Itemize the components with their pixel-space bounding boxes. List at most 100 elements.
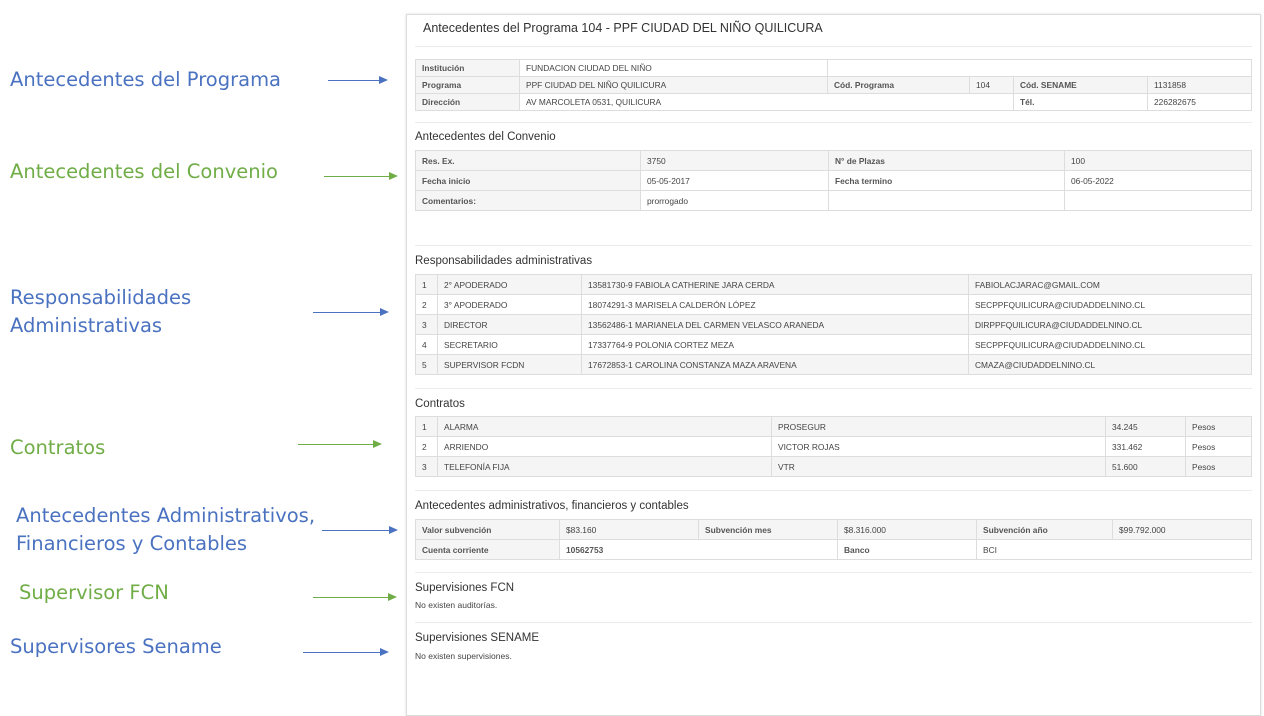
monto: 51.600 (1105, 456, 1186, 477)
res-ex-value: 3750 (640, 150, 829, 171)
table-row: 2 ARRIENDO VICTOR ROJAS 331.462 Pesos (415, 436, 1252, 457)
contratos-title: Contratos (415, 398, 465, 410)
supervisiones-fcn-title: Supervisiones FCN (415, 582, 515, 594)
institucion-label: Institución (415, 59, 520, 77)
cuenta-corriente-label: Cuenta corriente (415, 539, 560, 560)
moneda: Pesos (1185, 436, 1252, 457)
divider (415, 490, 1252, 491)
email: FABIOLACJARAC@GMAIL.COM (968, 274, 1252, 295)
annotation-supervisor-fcn: Supervisor FCN (19, 581, 169, 604)
banco-label: Banco (837, 539, 977, 560)
proveedor: VICTOR ROJAS (771, 436, 1106, 457)
responsabilidades-table: 1 2° APODERADO 13581730-9 FABIOLA CATHER… (415, 274, 1252, 375)
cargo: SECRETARIO (437, 334, 582, 355)
fecha-termino-value: 06-05-2022 (1064, 170, 1252, 191)
row-number: 1 (415, 416, 438, 437)
supervisiones-fcn-empty: No existen auditorías. (415, 600, 498, 610)
divider (415, 388, 1252, 389)
tipo: TELEFONÍA FIJA (437, 456, 772, 477)
table-row: 2 3° APODERADO 18074291-3 MARISELA CALDE… (415, 294, 1252, 315)
divider (415, 245, 1252, 246)
table-row: 5 SUPERVISOR FCDN 17672853-1 CAROLINA CO… (415, 354, 1252, 375)
cod-sename-label: Cód. SENAME (1013, 76, 1148, 94)
fecha-inicio-value: 05-05-2017 (640, 170, 829, 191)
table-row: 1 2° APODERADO 13581730-9 FABIOLA CATHER… (415, 274, 1252, 295)
persona: 17672853-1 CAROLINA CONSTANZA MAZA ARAVE… (581, 354, 969, 375)
panel-title: Antecedentes del Programa 104 - PPF CIUD… (423, 21, 823, 35)
monto: 331.462 (1105, 436, 1186, 457)
divider (415, 46, 1252, 47)
row-number: 3 (415, 314, 438, 335)
row-number: 2 (415, 294, 438, 315)
divider (415, 622, 1252, 623)
persona: 13562486-1 MARIANELA DEL CARMEN VELASCO … (581, 314, 969, 335)
cod-sename-value: 1131858 (1147, 76, 1252, 94)
annotation-antecedentes-convenio: Antecedentes del Convenio (10, 160, 278, 183)
tel-value: 226282675 (1147, 93, 1252, 111)
cargo: 2° APODERADO (437, 274, 582, 295)
email: SECPPFQUILICURA@CIUDADDELNINO.CL (968, 334, 1252, 355)
email: DIRPPFQUILICURA@CIUDADDELNINO.CL (968, 314, 1252, 335)
cuenta-corriente-value: 10562753 (559, 539, 838, 560)
valor-subvencion-value: $83.160 (559, 519, 699, 540)
convenio-table: Res. Ex. 3750 N° de Plazas 100 Fecha ini… (415, 150, 1252, 211)
persona: 18074291-3 MARISELA CALDERÓN LÓPEZ (581, 294, 969, 315)
financieros-table: Valor subvención $83.160 Subvención mes … (415, 519, 1252, 560)
cod-programa-label: Cód. Programa (827, 76, 970, 94)
moneda: Pesos (1185, 456, 1252, 477)
cargo: DIRECTOR (437, 314, 582, 335)
email: CMAZA@CIUDADDELNINO.CL (968, 354, 1252, 375)
comentarios-label: Comentarios: (415, 190, 641, 211)
row-number: 3 (415, 456, 438, 477)
row-number: 2 (415, 436, 438, 457)
programa-table: Institución FUNDACION CIUDAD DEL NIÑO Pr… (415, 59, 1252, 111)
proveedor: VTR (771, 456, 1106, 477)
financieros-title: Antecedentes administrativos, financiero… (415, 500, 689, 512)
divider (415, 122, 1252, 123)
contratos-table: 1 ALARMA PROSEGUR 34.245 Pesos 2 ARRIEND… (415, 416, 1252, 477)
programa-label: Programa (415, 76, 520, 94)
table-row: 4 SECRETARIO 17337764-9 POLONIA CORTEZ M… (415, 334, 1252, 355)
programa-value: PPF CIUDAD DEL NIÑO QUILICURA (519, 76, 828, 94)
table-row: 3 TELEFONÍA FIJA VTR 51.600 Pesos (415, 456, 1252, 477)
fecha-inicio-label: Fecha inicio (415, 170, 641, 191)
direccion-label: Dirección (415, 93, 520, 111)
valor-subvencion-label: Valor subvención (415, 519, 560, 540)
divider (415, 572, 1252, 573)
supervisiones-sename-empty: No existen supervisiones. (415, 651, 512, 661)
cod-programa-value: 104 (969, 76, 1014, 94)
proveedor: PROSEGUR (771, 416, 1106, 437)
banco-value: BCI (976, 539, 1252, 560)
supervisiones-sename-title: Supervisiones SENAME (415, 632, 539, 644)
row-number: 4 (415, 334, 438, 355)
annotation-supervisores-sename: Supervisores Sename (10, 635, 222, 658)
row-number: 1 (415, 274, 438, 295)
subvencion-mes-label: Subvención mes (698, 519, 838, 540)
row-number: 5 (415, 354, 438, 375)
fecha-termino-label: Fecha termino (828, 170, 1065, 191)
program-panel: Antecedentes del Programa 104 - PPF CIUD… (406, 14, 1261, 716)
monto: 34.245 (1105, 416, 1186, 437)
table-row: 1 ALARMA PROSEGUR 34.245 Pesos (415, 416, 1252, 437)
cargo: SUPERVISOR FCDN (437, 354, 582, 375)
subvencion-anio-value: $99.792.000 (1112, 519, 1252, 540)
convenio-title: Antecedentes del Convenio (415, 131, 556, 143)
responsabilidades-title: Responsabilidades administrativas (415, 255, 593, 267)
subvencion-anio-label: Subvención año (976, 519, 1113, 540)
tipo: ALARMA (437, 416, 772, 437)
annotation-responsabilidades: Responsabilidades Administrativas (10, 286, 192, 337)
tel-label: Tél. (1013, 93, 1148, 111)
subvencion-mes-value: $8.316.000 (837, 519, 977, 540)
annotation-antecedentes-programa: Antecedentes del Programa (10, 68, 282, 91)
comentarios-value: prorrogado (640, 190, 829, 211)
persona: 17337764-9 POLONIA CORTEZ MEZA (581, 334, 969, 355)
persona: 13581730-9 FABIOLA CATHERINE JARA CERDA (581, 274, 969, 295)
cargo: 3° APODERADO (437, 294, 582, 315)
tipo: ARRIENDO (437, 436, 772, 457)
plazas-value: 100 (1064, 150, 1252, 171)
plazas-label: N° de Plazas (828, 150, 1065, 171)
moneda: Pesos (1185, 416, 1252, 437)
email: SECPPFQUILICURA@CIUDADDELNINO.CL (968, 294, 1252, 315)
annotation-antecedentes-administrativos: Antecedentes Administrativos, Financiero… (16, 504, 316, 555)
annotation-contratos: Contratos (10, 436, 106, 459)
